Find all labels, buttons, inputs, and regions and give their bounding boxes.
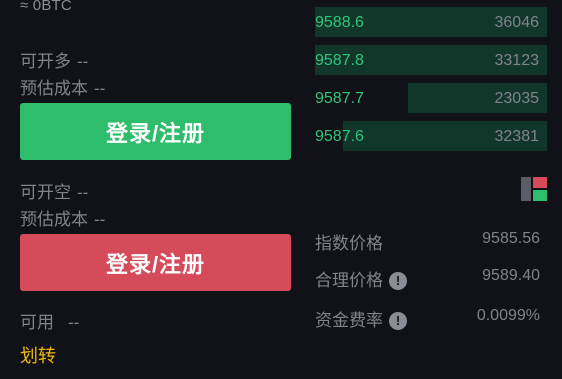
long-est-cost-label: 预估成本 [20,79,88,98]
bid-price: 9587.6 [315,128,364,145]
index-price-label: 指数价格 [315,234,383,253]
bid-row[interactable]: 9587.6 32381 [315,121,547,151]
funding-rate-value: 0.0099% [476,307,540,324]
available-balance-row: 可用 -- [20,308,79,333]
fair-price-label-group: 合理价格! [315,266,407,291]
max-short-label: 可开空 [20,183,71,202]
book-top-edge [315,0,403,4]
long-est-cost-row: 预估成本 -- [20,74,105,99]
max-short-value: -- [77,183,89,202]
fair-price-label: 合理价格 [315,271,383,290]
bid-quantity: 33123 [494,52,540,69]
info-circle-icon[interactable]: ! [389,272,407,290]
btc-balance: ≈ 0BTC [20,0,72,14]
bid-quantity: 23035 [494,90,540,107]
short-login-register-button[interactable]: 登录/注册 [20,234,291,291]
available-label: 可用 [20,313,54,332]
funding-rate-label-group: 资金费率! [315,306,407,331]
short-est-cost-label: 预估成本 [20,210,88,229]
trading-panel: ≈ 0BTC 可开多 -- 预估成本 -- 登录/注册 可开空 -- 预估成本 -- 登… [0,0,562,379]
bid-row[interactable]: 9588.6 36046 [315,7,547,37]
transfer-link[interactable]: 划转 [20,342,56,368]
long-est-cost-value: -- [94,79,106,98]
index-price-row: 指数价格 9585.56 [315,229,540,255]
funding-rate-row: 资金费率! 0.0099% [315,306,540,332]
order-book-bids: 9588.6 36046 9587.8 33123 9587.7 23035 9… [315,0,547,160]
max-long-row: 可开多 -- [20,47,88,72]
index-price-value: 9585.56 [482,230,540,247]
info-circle-icon[interactable]: ! [389,312,407,330]
bid-price: 9587.8 [315,52,364,69]
max-short-row: 可开空 -- [20,178,88,203]
bid-price: 9588.6 [315,14,364,31]
long-login-register-button[interactable]: 登录/注册 [20,103,291,160]
funding-rate-label: 资金费率 [315,311,383,330]
bid-price: 9587.7 [315,90,364,107]
fair-price-value: 9589.40 [482,267,540,284]
max-long-value: -- [77,52,89,71]
bid-row[interactable]: 9587.8 33123 [315,45,547,75]
short-est-cost-value: -- [94,210,106,229]
short-est-cost-row: 预估成本 -- [20,205,105,230]
bid-quantity: 36046 [494,14,540,31]
max-long-label: 可开多 [20,52,71,71]
available-value: -- [68,313,80,332]
book-layout-toggle-icon[interactable] [521,177,547,201]
order-entry-panel: ≈ 0BTC 可开多 -- 预估成本 -- 登录/注册 可开空 -- 预估成本 -- 登… [20,0,292,379]
bid-quantity: 32381 [494,128,540,145]
bid-row[interactable]: 9587.7 23035 [315,83,547,113]
book-layout-toggle-icon [521,177,547,201]
fair-price-row: 合理价格! 9589.40 [315,266,540,292]
